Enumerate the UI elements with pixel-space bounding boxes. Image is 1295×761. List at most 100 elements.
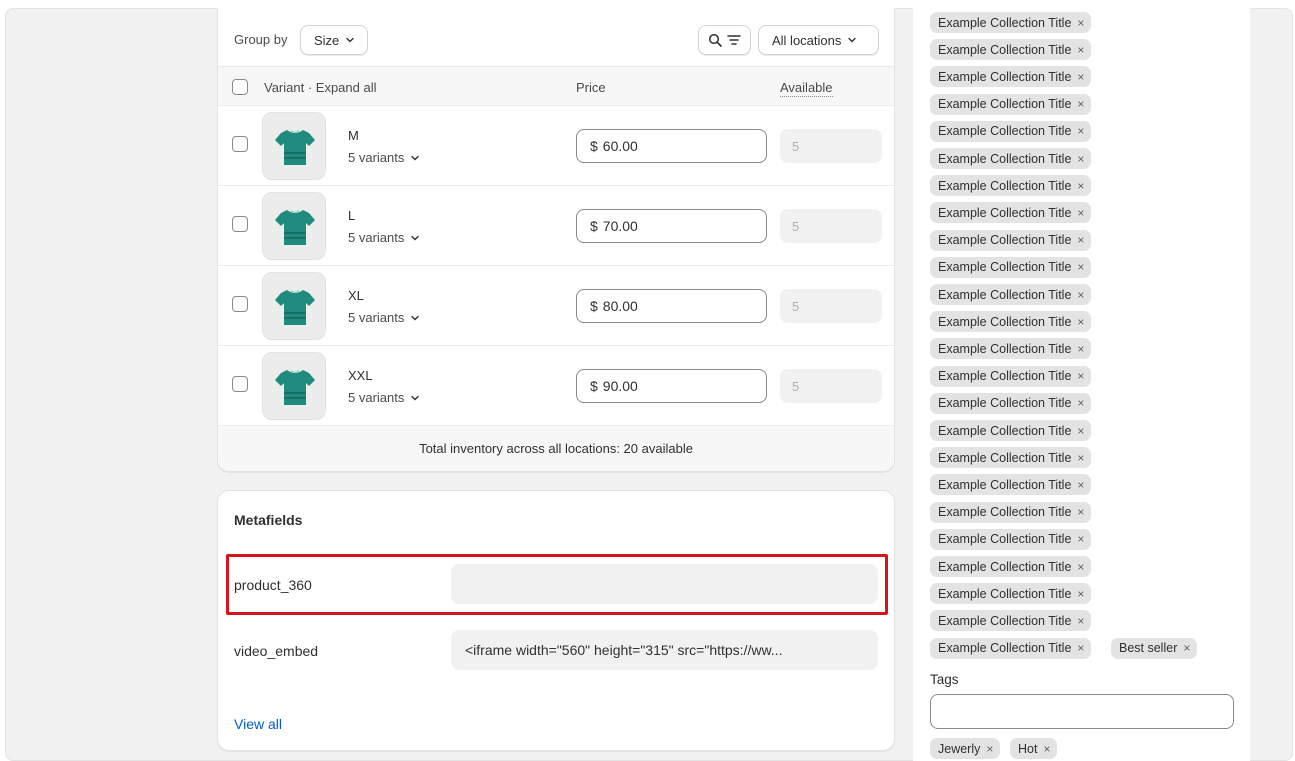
group-by-label: Group by bbox=[234, 32, 288, 47]
location-select[interactable]: All locations bbox=[758, 25, 879, 55]
variant-column-header[interactable]: Variant · Expand all bbox=[264, 80, 377, 95]
collection-chip-label: Example Collection Title bbox=[938, 69, 1072, 84]
remove-icon[interactable]: × bbox=[1077, 587, 1084, 601]
collection-chip-label: Example Collection Title bbox=[938, 450, 1072, 465]
search-filter-button[interactable] bbox=[698, 25, 751, 55]
remove-icon[interactable]: × bbox=[1077, 396, 1084, 410]
price-value: 60.00 bbox=[602, 138, 638, 154]
remove-icon[interactable]: × bbox=[1183, 641, 1190, 655]
remove-icon[interactable]: × bbox=[986, 742, 993, 756]
view-all-link[interactable]: View all bbox=[234, 716, 282, 732]
collection-chip: Example Collection Title × bbox=[930, 556, 1092, 577]
collection-chip: Example Collection Title × bbox=[930, 39, 1092, 61]
variant-count[interactable]: 5 variants bbox=[348, 230, 420, 245]
remove-icon[interactable]: × bbox=[1077, 478, 1084, 492]
variant-row[interactable]: XXL 5 variants $90.00 5 bbox=[218, 346, 894, 426]
remove-icon[interactable]: × bbox=[1077, 97, 1084, 111]
collection-chip: Example Collection Title × bbox=[930, 66, 1092, 88]
tshirt-icon bbox=[275, 129, 315, 165]
collection-chip-label: Example Collection Title bbox=[938, 151, 1072, 166]
collection-chip-label: Example Collection Title bbox=[938, 287, 1072, 302]
remove-icon[interactable]: × bbox=[1077, 315, 1084, 329]
remove-icon[interactable]: × bbox=[1077, 369, 1084, 383]
remove-icon[interactable]: × bbox=[1077, 451, 1084, 465]
remove-icon[interactable]: × bbox=[1043, 742, 1050, 756]
tag-chip: Jewerly × bbox=[930, 738, 1001, 759]
remove-icon[interactable]: × bbox=[1077, 179, 1084, 193]
metafield-input[interactable] bbox=[451, 564, 878, 604]
variant-count[interactable]: 5 variants bbox=[348, 310, 420, 325]
organization-panel: Example Collection Title × Example Collect… bbox=[913, 8, 1250, 761]
remove-icon[interactable]: × bbox=[1077, 206, 1084, 220]
remove-icon[interactable]: × bbox=[1077, 124, 1084, 138]
remove-icon[interactable]: × bbox=[1077, 43, 1084, 57]
collection-chip: Example Collection Title × bbox=[930, 420, 1092, 441]
remove-icon[interactable]: × bbox=[1077, 260, 1084, 274]
collection-chip: Example Collection Title × bbox=[930, 311, 1092, 333]
collection-chip-label: Example Collection Title bbox=[938, 205, 1072, 220]
collection-chip: Example Collection Title × bbox=[930, 338, 1092, 360]
remove-icon[interactable]: × bbox=[1077, 342, 1084, 356]
collection-chip-label: Example Collection Title bbox=[938, 505, 1072, 520]
variant-name: XXL bbox=[348, 368, 373, 383]
collection-chip-label: Example Collection Title bbox=[938, 559, 1072, 574]
remove-icon[interactable]: × bbox=[1077, 424, 1084, 438]
collection-chip-label: Example Collection Title bbox=[938, 314, 1072, 329]
collection-chip: Example Collection Title × bbox=[930, 202, 1092, 224]
collection-chip: Example Collection Title × bbox=[930, 583, 1092, 605]
remove-icon[interactable]: × bbox=[1077, 560, 1084, 574]
row-checkbox[interactable] bbox=[232, 136, 248, 152]
variant-row[interactable]: L 5 variants $70.00 5 bbox=[218, 186, 894, 266]
variant-row[interactable]: XL 5 variants $80.00 5 bbox=[218, 266, 894, 346]
filter-icon bbox=[727, 35, 741, 45]
row-checkbox[interactable] bbox=[232, 376, 248, 392]
variant-count-label: 5 variants bbox=[348, 390, 405, 405]
price-input[interactable]: $90.00 bbox=[576, 369, 767, 403]
group-by-select[interactable]: Size bbox=[300, 25, 368, 55]
collection-chip: Example Collection Title × bbox=[930, 474, 1092, 496]
chevron-down-icon bbox=[411, 235, 420, 240]
currency-symbol: $ bbox=[590, 298, 598, 314]
collection-chip-label: Example Collection Title bbox=[938, 97, 1072, 112]
price-input[interactable]: $70.00 bbox=[576, 209, 767, 243]
collection-chip: Example Collection Title × bbox=[930, 175, 1092, 197]
variants-card: Group by Size All locations Variant · Ex… bbox=[217, 8, 895, 472]
remove-icon[interactable]: × bbox=[1077, 16, 1084, 30]
collection-chip: Example Collection Title × bbox=[930, 93, 1092, 115]
remove-icon[interactable]: × bbox=[1077, 233, 1084, 247]
price-input[interactable]: $80.00 bbox=[576, 289, 767, 323]
tshirt-icon bbox=[275, 289, 315, 325]
location-value: All locations bbox=[772, 32, 842, 48]
row-checkbox[interactable] bbox=[232, 216, 248, 232]
remove-icon[interactable]: × bbox=[1077, 532, 1084, 546]
remove-icon[interactable]: × bbox=[1077, 152, 1084, 166]
variant-name: M bbox=[348, 128, 359, 143]
tag-chip: Hot × bbox=[1010, 738, 1058, 759]
remove-icon[interactable]: × bbox=[1077, 641, 1084, 655]
select-all-checkbox[interactable] bbox=[232, 79, 248, 95]
remove-icon[interactable]: × bbox=[1077, 505, 1084, 519]
variant-count[interactable]: 5 variants bbox=[348, 390, 420, 405]
total-inventory: Total inventory across all locations: 20… bbox=[218, 426, 894, 471]
price-input[interactable]: $60.00 bbox=[576, 129, 767, 163]
remove-icon[interactable]: × bbox=[1077, 70, 1084, 84]
currency-symbol: $ bbox=[590, 378, 598, 394]
tag-chip-label: Jewerly bbox=[938, 741, 981, 756]
collection-chip-label: Example Collection Title bbox=[938, 396, 1072, 411]
variant-row[interactable]: M 5 variants $60.00 5 bbox=[218, 106, 894, 186]
metafield-label: product_360 bbox=[234, 577, 312, 593]
collection-chip: Best seller × bbox=[1111, 637, 1198, 659]
remove-icon[interactable]: × bbox=[1077, 288, 1084, 302]
variant-count[interactable]: 5 variants bbox=[348, 150, 420, 165]
collection-chip-label: Example Collection Title bbox=[938, 532, 1072, 547]
available-column-header[interactable]: Available bbox=[780, 80, 833, 97]
remove-icon[interactable]: × bbox=[1077, 614, 1084, 628]
collection-chip-label: Example Collection Title bbox=[938, 42, 1072, 57]
variant-count-label: 5 variants bbox=[348, 310, 405, 325]
metafield-input[interactable]: <iframe width="560" height="315" src="ht… bbox=[451, 630, 878, 670]
variant-count-label: 5 variants bbox=[348, 230, 405, 245]
product-thumbnail bbox=[262, 272, 326, 340]
product-thumbnail bbox=[262, 352, 326, 420]
tags-input[interactable] bbox=[930, 694, 1234, 729]
row-checkbox[interactable] bbox=[232, 296, 248, 312]
